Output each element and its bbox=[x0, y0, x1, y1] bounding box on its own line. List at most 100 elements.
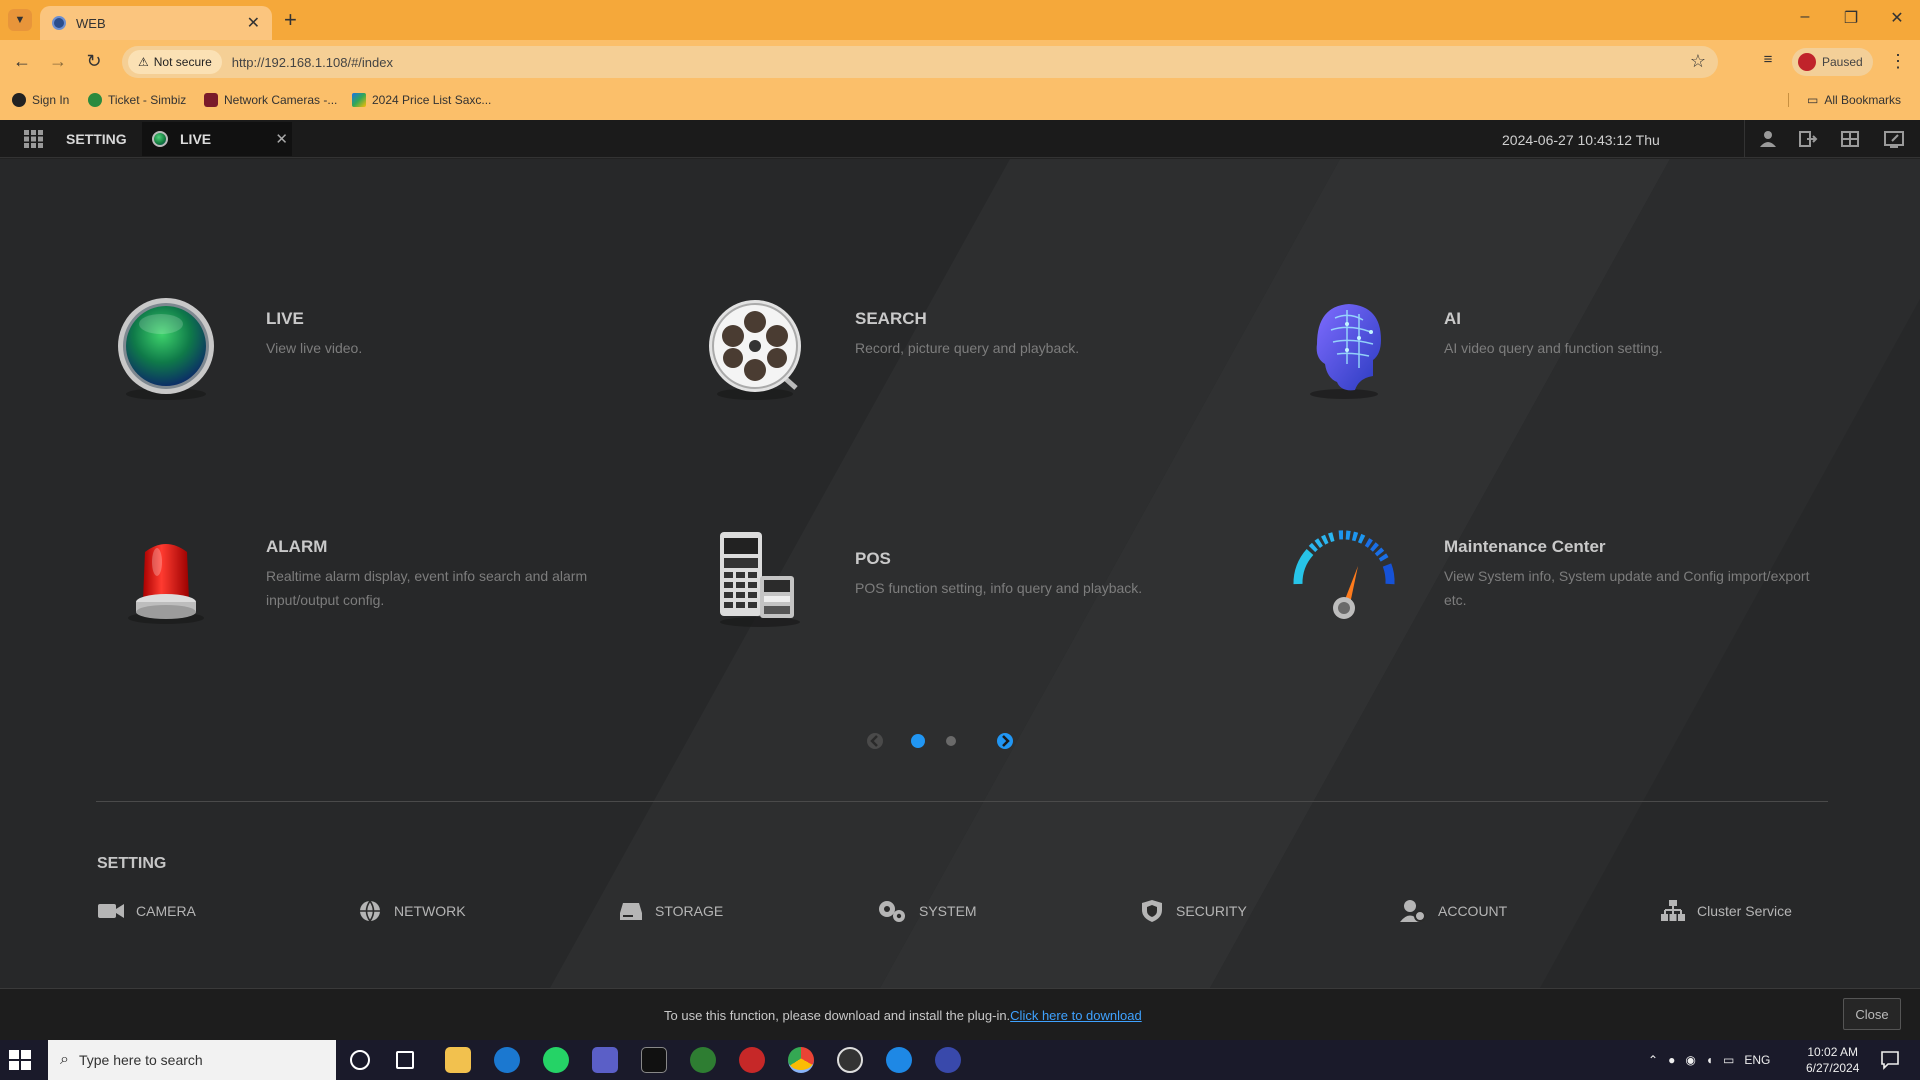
tab-close-icon[interactable]: ✕ bbox=[247, 13, 260, 33]
whatsapp-icon[interactable] bbox=[543, 1047, 569, 1073]
cortana-icon[interactable] bbox=[350, 1050, 370, 1070]
module-alarm[interactable]: ALARM Realtime alarm display, event info… bbox=[106, 517, 666, 647]
taskbar-search[interactable]: ⌕ Type here to search bbox=[48, 1040, 336, 1080]
file-explorer-icon[interactable] bbox=[445, 1047, 471, 1073]
close-button[interactable]: Close bbox=[1843, 998, 1901, 1030]
gauge-icon bbox=[1284, 517, 1404, 637]
back-icon[interactable]: ← bbox=[10, 51, 34, 72]
microphone-icon[interactable]: ● bbox=[1668, 1053, 1675, 1067]
security-chip[interactable]: ⚠ Not secure bbox=[128, 50, 222, 74]
bookmark-item[interactable]: Network Cameras -... bbox=[204, 93, 337, 107]
terminal-icon[interactable] bbox=[641, 1047, 667, 1073]
omnibox[interactable]: ⚠ Not secure http://192.168.1.108/#/inde… bbox=[122, 46, 1718, 78]
language-indicator[interactable]: ENG bbox=[1744, 1053, 1770, 1067]
teams-icon[interactable] bbox=[592, 1047, 618, 1073]
account-icon bbox=[1400, 900, 1426, 922]
setting-cluster-service[interactable]: Cluster Service bbox=[1661, 899, 1792, 923]
tab-search-button[interactable]: ▼ bbox=[8, 9, 32, 31]
app-icon[interactable] bbox=[837, 1047, 863, 1073]
avatar bbox=[1798, 53, 1816, 71]
chrome-icon[interactable] bbox=[788, 1047, 814, 1073]
fullscreen-icon[interactable] bbox=[1884, 130, 1904, 148]
setting-label: NETWORK bbox=[394, 903, 466, 919]
browser-tab[interactable]: WEB ✕ bbox=[40, 6, 272, 40]
bookmark-label: 2024 Price List Saxc... bbox=[372, 93, 492, 107]
tray-expand-icon[interactable]: ⌃ bbox=[1648, 1053, 1658, 1067]
page-dot-1[interactable] bbox=[910, 733, 926, 749]
new-tab-button[interactable]: + bbox=[284, 8, 297, 32]
logout-icon[interactable] bbox=[1798, 130, 1818, 148]
windows-start-icon[interactable] bbox=[8, 1048, 32, 1072]
media-control-icon[interactable]: ≡ bbox=[1756, 51, 1780, 68]
page-dot-2[interactable] bbox=[946, 736, 956, 746]
bookmark-item[interactable]: Ticket - Simbiz bbox=[88, 93, 186, 107]
star-icon[interactable]: ☆ bbox=[1690, 51, 1706, 72]
taskbar-clock[interactable]: 10:02 AM 6/27/2024 bbox=[1806, 1044, 1859, 1076]
more-menu-icon[interactable]: ⋮ bbox=[1886, 51, 1910, 72]
setting-camera[interactable]: CAMERA bbox=[98, 899, 196, 923]
module-description: Record, picture query and playback. bbox=[855, 340, 1080, 356]
pos-terminal-icon bbox=[695, 517, 815, 637]
setting-storage[interactable]: STORAGE bbox=[619, 899, 723, 923]
reload-icon[interactable]: ↻ bbox=[82, 51, 106, 72]
window-close-button[interactable]: ✕ bbox=[1882, 8, 1912, 28]
task-view-icon[interactable] bbox=[396, 1051, 414, 1069]
plugin-download-link[interactable]: Click here to download bbox=[1010, 1008, 1142, 1023]
all-bookmarks-label: All Bookmarks bbox=[1824, 93, 1902, 107]
main-panel: LIVE View live video. SEARCH Record, pic… bbox=[0, 159, 1920, 988]
bookmark-favicon-icon bbox=[88, 93, 102, 107]
prev-page-icon[interactable] bbox=[866, 732, 884, 750]
setting-security[interactable]: SECURITY bbox=[1140, 899, 1247, 923]
section-divider bbox=[96, 801, 1828, 802]
module-maintenance-center[interactable]: Maintenance Center View System info, Sys… bbox=[1284, 517, 1844, 647]
edge-icon[interactable] bbox=[494, 1047, 520, 1073]
module-live[interactable]: LIVE View live video. bbox=[106, 289, 666, 419]
bookmark-favicon-icon bbox=[204, 93, 218, 107]
plugin-message: To use this function, please download an… bbox=[664, 1008, 1142, 1023]
app-icon[interactable] bbox=[886, 1047, 912, 1073]
bookmark-label: Network Cameras -... bbox=[224, 93, 338, 107]
setting-network[interactable]: NETWORK bbox=[358, 899, 466, 923]
settings-heading: SETTING bbox=[97, 855, 167, 872]
folder-icon: ▭ bbox=[1807, 93, 1819, 107]
bookmark-item[interactable]: Sign In bbox=[12, 93, 69, 107]
app-icon[interactable] bbox=[739, 1047, 765, 1073]
setting-link[interactable]: SETTING bbox=[66, 131, 127, 147]
camera-tray-icon[interactable]: ◉ bbox=[1685, 1053, 1695, 1067]
tab-live[interactable]: LIVE ✕ bbox=[142, 122, 292, 156]
user-icon[interactable] bbox=[1758, 130, 1778, 148]
url-text[interactable]: http://192.168.1.108/#/index bbox=[232, 55, 393, 70]
setting-label: Cluster Service bbox=[1697, 903, 1792, 919]
app-icon[interactable] bbox=[690, 1047, 716, 1073]
camera-icon bbox=[98, 904, 124, 918]
minimize-button[interactable]: – bbox=[1790, 8, 1820, 26]
next-page-icon[interactable] bbox=[996, 732, 1014, 750]
shield-icon bbox=[1142, 900, 1162, 922]
notification-icon[interactable] bbox=[1880, 1050, 1900, 1070]
setting-account[interactable]: ACCOUNT bbox=[1400, 899, 1507, 923]
module-ai[interactable]: AI AI video query and function setting. bbox=[1284, 289, 1844, 419]
bookmark-item[interactable]: 2024 Price List Saxc... bbox=[352, 93, 491, 107]
setting-system[interactable]: SYSTEM bbox=[877, 899, 977, 923]
clock-date: 6/27/2024 bbox=[1806, 1061, 1860, 1075]
module-title: POS bbox=[855, 549, 891, 568]
grid-menu-icon[interactable] bbox=[24, 130, 44, 148]
address-bar: ← → ↻ ⚠ Not secure http://192.168.1.108/… bbox=[0, 40, 1920, 84]
volume-icon[interactable]: ◖ bbox=[1706, 1053, 1713, 1067]
layout-icon[interactable] bbox=[1840, 130, 1860, 148]
restore-button[interactable]: ❐ bbox=[1836, 8, 1866, 28]
module-pos[interactable]: POS POS function setting, info query and… bbox=[695, 517, 1255, 647]
browser-tab-strip: ▼ WEB ✕ + – ❐ ✕ bbox=[0, 0, 1920, 40]
forward-icon[interactable]: → bbox=[46, 51, 70, 72]
profile-button[interactable]: Paused bbox=[1792, 48, 1873, 76]
network-icon[interactable]: ▭ bbox=[1723, 1053, 1734, 1067]
header-divider bbox=[1744, 120, 1745, 158]
app-icon[interactable] bbox=[935, 1047, 961, 1073]
tab-live-label: LIVE bbox=[180, 131, 212, 147]
profile-status: Paused bbox=[1822, 55, 1863, 69]
all-bookmarks[interactable]: ▭ All Bookmarks bbox=[1788, 93, 1901, 107]
tab-live-close-icon[interactable]: ✕ bbox=[275, 130, 288, 148]
module-title: ALARM bbox=[266, 537, 328, 556]
bookmark-favicon-icon bbox=[12, 93, 26, 107]
module-search[interactable]: SEARCH Record, picture query and playbac… bbox=[695, 289, 1255, 419]
